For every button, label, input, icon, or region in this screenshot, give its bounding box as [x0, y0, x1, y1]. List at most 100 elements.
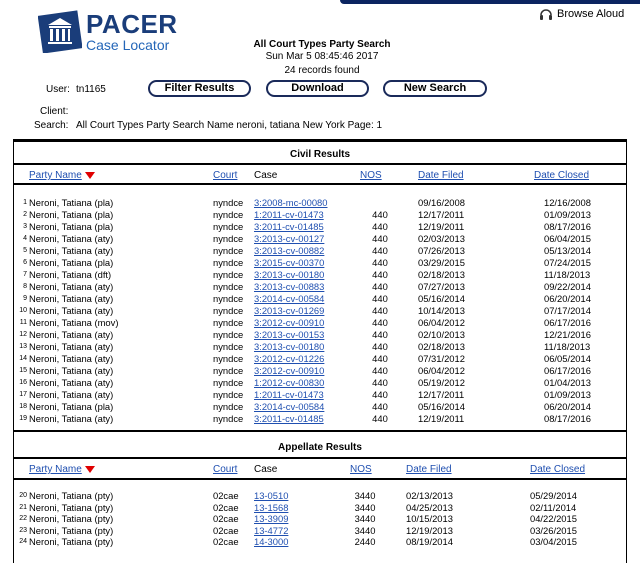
date-filed: 06/04/2012	[418, 317, 465, 328]
table-row: 7 Neroni, Tatiana (dft) nyndce 3:2013-cv-00…	[14, 269, 626, 280]
date-closed: 09/22/2014	[544, 281, 591, 292]
row-number: 17	[19, 391, 27, 398]
civil-col-party-name[interactable]: Party Name	[29, 170, 95, 181]
table-row: 2 Neroni, Tatiana (pla) nyndce 1:2011-cv-01…	[14, 209, 626, 220]
case-link[interactable]: 1:2011-cv-01473	[254, 209, 324, 220]
civil-col-case: Case	[254, 170, 278, 181]
filter-results-button[interactable]: Filter Results	[148, 80, 251, 97]
date-closed: 05/29/2014	[530, 490, 577, 501]
date-filed: 09/16/2008	[418, 197, 465, 208]
date-filed: 05/16/2014	[418, 293, 465, 304]
court: 02cae	[213, 513, 239, 525]
nos: 440	[372, 377, 388, 388]
court: nyndce	[213, 209, 244, 220]
court: nyndce	[213, 281, 244, 292]
search-criteria: All Court Types Party Search Name neroni…	[76, 120, 383, 131]
case-link[interactable]: 13-0510	[254, 490, 288, 501]
case-link[interactable]: 3:2013-cv-00180	[254, 341, 324, 352]
party-name: Neroni, Tatiana (pty)	[29, 513, 114, 525]
case-link[interactable]: 13-3909	[254, 513, 288, 524]
case-link[interactable]: 3:2008-mc-00080	[254, 197, 328, 208]
case-link[interactable]: 3:2015-cv-00370	[254, 257, 324, 268]
case-link[interactable]: 3:2014-cv-00584	[254, 401, 324, 412]
party-name: Neroni, Tatiana (mov)	[29, 317, 119, 328]
nos: 3440	[354, 490, 376, 501]
case-link[interactable]: 3:2012-cv-00910	[254, 317, 324, 328]
table-row: 13 Neroni, Tatiana (aty) nyndce 3:2013-cv-0…	[14, 341, 626, 352]
case-link[interactable]: 3:2011-cv-01485	[254, 221, 324, 232]
nos: 440	[372, 209, 388, 220]
civil-col-date-closed[interactable]: Date Closed	[534, 170, 589, 181]
records-count: 24 records found	[284, 65, 360, 76]
court: nyndce	[213, 365, 244, 376]
case-link[interactable]: 3:2011-cv-01485	[254, 413, 324, 424]
row-number: 13	[19, 343, 27, 350]
table-row: 23 Neroni, Tatiana (pty) 02cae 13-4772 3440 1…	[14, 525, 626, 536]
court: nyndce	[213, 329, 244, 340]
party-name: Neroni, Tatiana (aty)	[29, 353, 114, 364]
search-header: All Court Types Party Search Sun Mar 5 0…	[222, 39, 422, 77]
civil-col-date-filed[interactable]: Date Filed	[418, 170, 464, 181]
case-link[interactable]: 3:2014-cv-00584	[254, 293, 324, 304]
case-link[interactable]: 3:2013-cv-00153	[254, 329, 324, 340]
case-link[interactable]: 3:2013-cv-00127	[254, 233, 324, 244]
case-link[interactable]: 13-4772	[254, 525, 288, 536]
nos: 440	[372, 281, 388, 292]
browse-aloud-link[interactable]: Browse Aloud	[539, 7, 624, 21]
date-closed: 01/04/2013	[544, 377, 591, 388]
court: nyndce	[213, 221, 244, 232]
table-row: 12 Neroni, Tatiana (aty) nyndce 3:2013-cv-0…	[14, 329, 626, 340]
party-name: Neroni, Tatiana (pty)	[29, 536, 114, 548]
row-number: 14	[19, 355, 27, 362]
nos: 3440	[354, 501, 376, 513]
case-link[interactable]: 3:2012-cv-01226	[254, 353, 324, 364]
row-number: 16	[19, 379, 27, 386]
appellate-results-title: Appellate Results	[278, 442, 362, 453]
court: nyndce	[213, 257, 244, 268]
client-label: Client:	[40, 106, 69, 117]
case-link[interactable]: 1:2012-cv-00830	[254, 377, 324, 388]
date-closed: 07/17/2014	[544, 305, 591, 316]
results-table: Civil Results Party Name Court Case NOS …	[13, 139, 627, 563]
date-closed: 07/24/2015	[544, 257, 591, 268]
court: 02cae	[213, 501, 239, 513]
case-link[interactable]: 1:2011-cv-01473	[254, 389, 324, 400]
appellate-col-case: Case	[254, 464, 278, 475]
date-closed: 11/18/2013	[544, 269, 591, 280]
table-row: 14 Neroni, Tatiana (aty) nyndce 3:2012-cv-0…	[14, 353, 626, 364]
case-link[interactable]: 3:2013-cv-00882	[254, 245, 324, 256]
appellate-col-date-filed[interactable]: Date Filed	[406, 464, 452, 475]
date-filed: 12/19/2011	[418, 221, 465, 232]
case-link[interactable]: 3:2013-cv-01269	[254, 305, 324, 316]
appellate-col-party-name[interactable]: Party Name	[29, 464, 95, 475]
row-number: 21	[19, 503, 27, 511]
row-number: 8	[23, 283, 27, 290]
civil-col-court[interactable]: Court	[213, 170, 237, 181]
civil-col-nos[interactable]: NOS	[360, 170, 382, 181]
case-link[interactable]: 3:2013-cv-00180	[254, 269, 324, 280]
case-link[interactable]: 3:2013-cv-00883	[254, 281, 324, 292]
table-row: 11 Neroni, Tatiana (mov) nyndce 3:2012-cv-0…	[14, 317, 626, 328]
appellate-col-nos[interactable]: NOS	[350, 464, 372, 475]
date-closed: 03/26/2015	[530, 524, 577, 536]
row-number: 18	[19, 403, 27, 410]
case-link[interactable]: 13-1568	[254, 502, 288, 513]
table-row: 5 Neroni, Tatiana (aty) nyndce 3:2013-cv-00…	[14, 245, 626, 256]
nos: 440	[372, 257, 388, 268]
court: nyndce	[213, 317, 244, 328]
appellate-col-date-closed[interactable]: Date Closed	[530, 464, 585, 475]
new-search-button[interactable]: New Search	[383, 80, 487, 97]
appellate-col-court[interactable]: Court	[213, 464, 237, 475]
row-number: 4	[23, 235, 27, 242]
date-filed: 05/16/2014	[418, 401, 465, 412]
court: nyndce	[213, 389, 244, 400]
case-link[interactable]: 14-3000	[254, 536, 288, 547]
case-link[interactable]: 3:2012-cv-00910	[254, 365, 324, 376]
download-button[interactable]: Download	[266, 80, 369, 97]
pacer-logo[interactable]: PACER Case Locator	[38, 9, 198, 57]
date-filed: 08/19/2014	[406, 536, 453, 548]
date-closed: 06/20/2014	[544, 293, 591, 304]
row-number: 11	[19, 319, 27, 326]
courthouse-logo-icon	[38, 10, 82, 53]
nos: 440	[372, 245, 388, 256]
